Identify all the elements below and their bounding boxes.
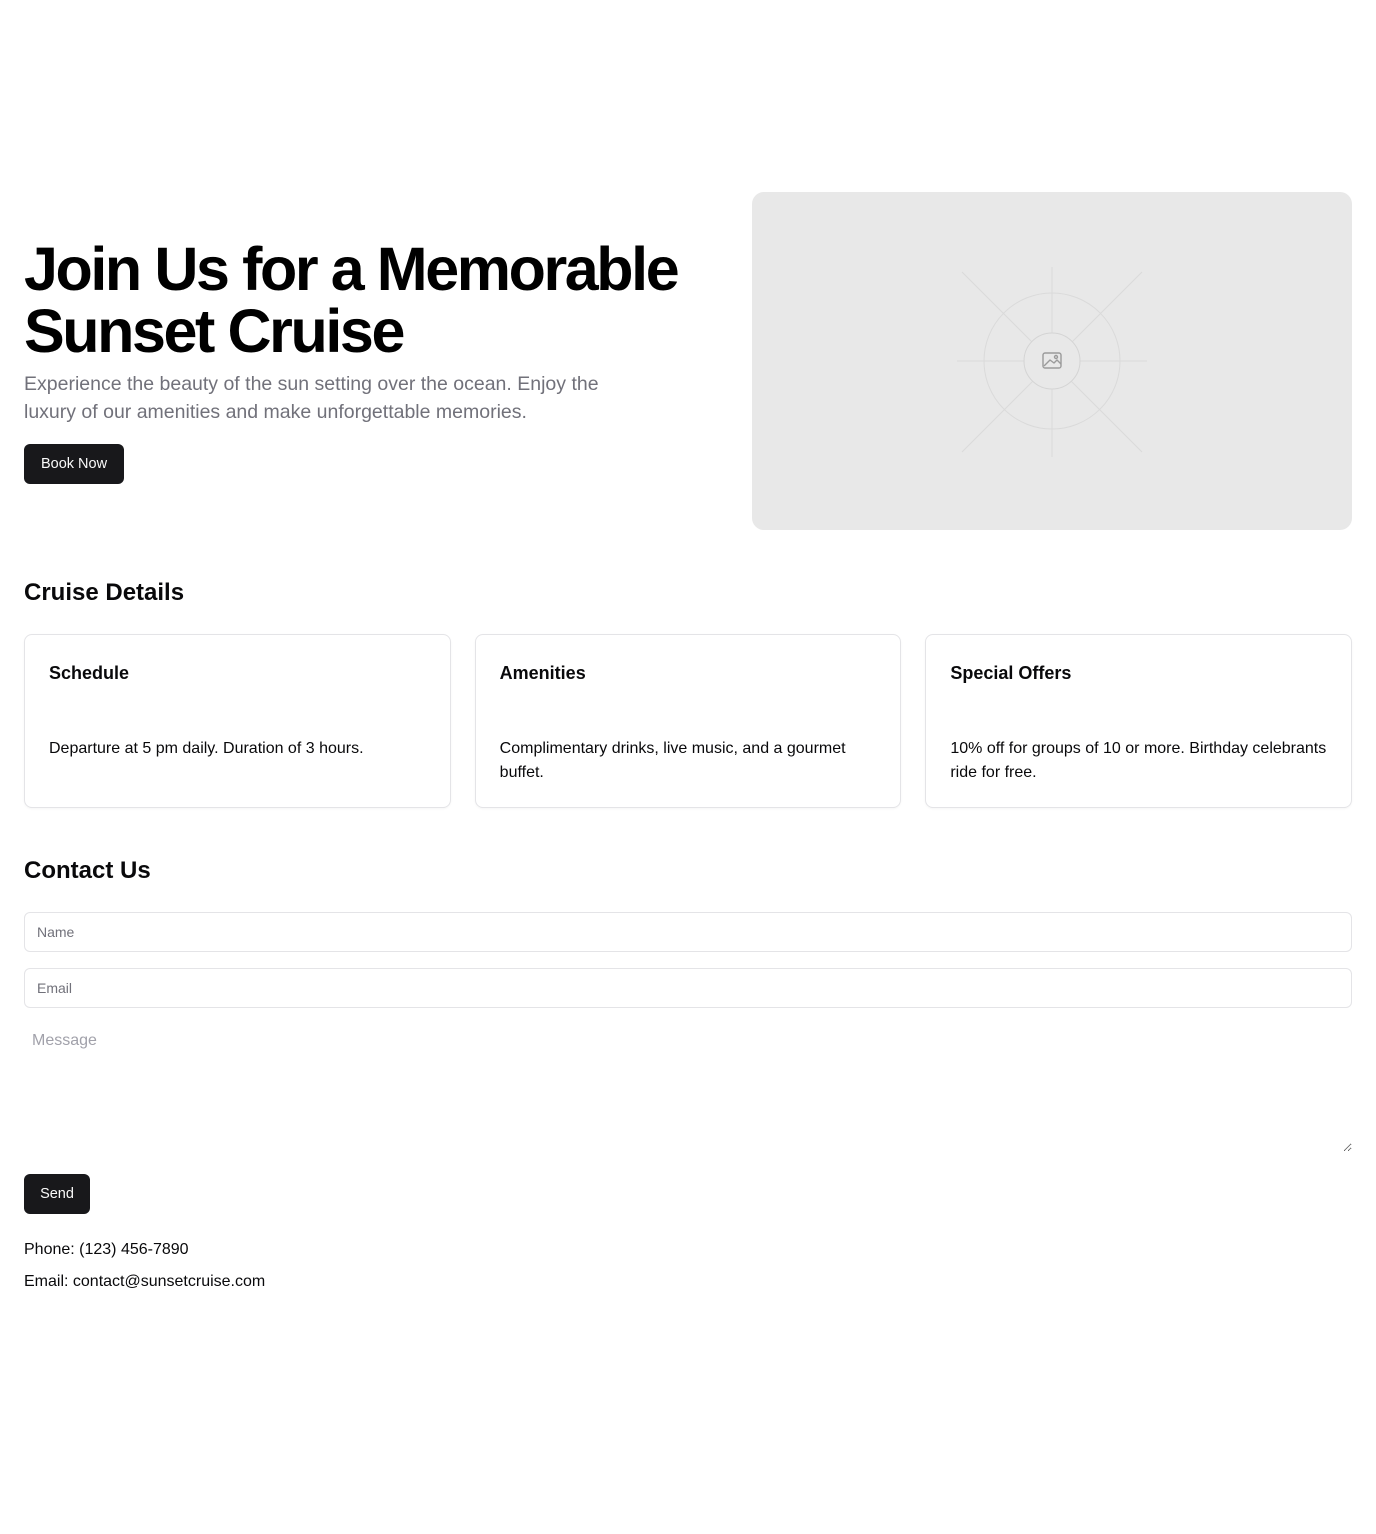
hero-title-line1: Join Us for a Memorable: [24, 235, 680, 303]
hero-subtitle: Experience the beauty of the sun setting…: [24, 373, 599, 423]
hero-title-line2: Sunset Cruise: [24, 297, 405, 365]
details-cards: Schedule Departure at 5 pm daily. Durati…: [24, 634, 1353, 808]
card-body: 10% off for groups of 10 or more. Birthd…: [950, 740, 1327, 781]
hero-section: Join Us for a Memorable Sunset Cruise Ex…: [24, 192, 1352, 530]
cruise-details-title: Cruise Details: [24, 579, 185, 606]
card-body: Departure at 5 pm daily. Duration of 3 h…: [49, 740, 364, 757]
book-now-button[interactable]: Book Now: [24, 444, 124, 484]
hero-image-placeholder: [752, 192, 1352, 530]
card-title: Special Offers: [950, 663, 1072, 683]
card-schedule: Schedule Departure at 5 pm daily. Durati…: [24, 634, 451, 808]
name-input[interactable]: [24, 912, 1352, 952]
card-special-offers: Special Offers 10% off for groups of 10 …: [925, 634, 1353, 808]
email-input[interactable]: [24, 968, 1352, 1008]
send-button[interactable]: Send: [24, 1174, 90, 1214]
contact-email: Email: contact@sunsetcruise.com: [24, 1273, 266, 1290]
image-placeholder-icon: [957, 267, 1147, 457]
card-body: Complimentary drinks, live music, and a …: [499, 740, 846, 781]
card-title: Schedule: [49, 663, 130, 683]
message-textarea[interactable]: [24, 1024, 1352, 1152]
card-amenities: Amenities Complimentary drinks, live mus…: [474, 634, 902, 808]
hero-title: Join Us for a Memorable Sunset Cruise: [24, 238, 704, 362]
hero-text: Join Us for a Memorable Sunset Cruise Ex…: [24, 192, 704, 530]
contact-us-title: Contact Us: [24, 857, 151, 884]
contact-phone: Phone: (123) 456-7890: [24, 1241, 189, 1258]
card-title: Amenities: [499, 663, 586, 683]
